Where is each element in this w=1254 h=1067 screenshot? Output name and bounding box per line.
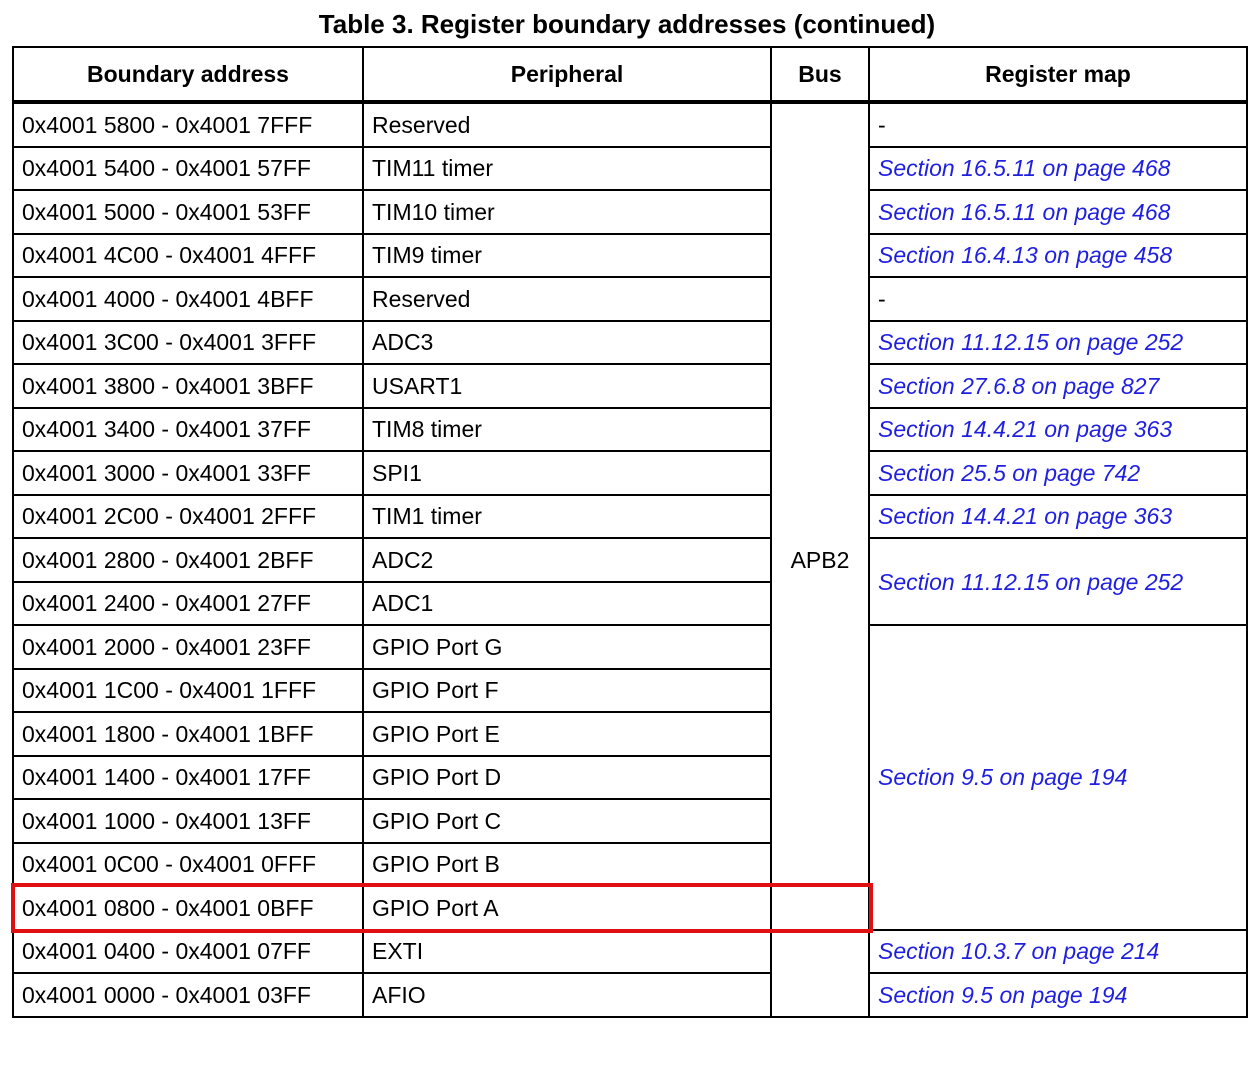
peripheral-cell: EXTI (362, 928, 772, 974)
register-map-cell: - (868, 101, 1248, 148)
peripheral-cell: ADC3 (362, 319, 772, 365)
header-row: Boundary address Peripheral Bus Register… (12, 46, 1248, 104)
address-cell: 0x4001 1C00 - 0x4001 1FFF (12, 667, 364, 713)
peripheral-cell: GPIO Port E (362, 711, 772, 757)
address-cell: 0x4001 3400 - 0x4001 37FF (12, 406, 364, 452)
register-map-link[interactable]: Section 16.5.11 on page 468 (868, 145, 1248, 191)
address-cell: 0x4001 1000 - 0x4001 13FF (12, 798, 364, 844)
address-cell: 0x4001 3C00 - 0x4001 3FFF (12, 319, 364, 365)
peripheral-cell: SPI1 (362, 450, 772, 496)
table-title: Table 3. Register boundary addresses (co… (318, 9, 936, 39)
peripheral-cell: USART1 (362, 363, 772, 409)
peripheral-cell: GPIO Port C (362, 798, 772, 844)
register-map-link[interactable]: Section 10.3.7 on page 214 (868, 928, 1248, 974)
register-map-link[interactable]: Section 11.12.15 on page 252 (868, 537, 1248, 626)
address-cell: 0x4001 2C00 - 0x4001 2FFF (12, 493, 364, 539)
address-cell: 0x4001 5800 - 0x4001 7FFF (12, 101, 364, 148)
table-row: 0x4001 0000 - 0x4001 03FF AFIO Section 9… (12, 972, 1248, 1018)
peripheral-cell: GPIO Port F (362, 667, 772, 713)
peripheral-cell: Reserved (362, 101, 772, 148)
address-cell: 0x4001 4000 - 0x4001 4BFF (12, 276, 364, 322)
address-cell: 0x4001 0C00 - 0x4001 0FFF (12, 841, 364, 887)
address-cell: 0x4001 0800 - 0x4001 0BFF (12, 885, 364, 931)
register-map-link[interactable]: Section 16.5.11 on page 468 (868, 189, 1248, 235)
header-bus: Bus (770, 46, 870, 104)
peripheral-cell: TIM8 timer (362, 406, 772, 452)
peripheral-cell: ADC2 (362, 537, 772, 583)
peripheral-cell: ADC1 (362, 580, 772, 626)
register-map-link[interactable]: Section 14.4.21 on page 363 (868, 406, 1248, 452)
register-map-link[interactable]: Section 9.5 on page 194 (868, 624, 1248, 931)
peripheral-cell: Reserved (362, 276, 772, 322)
table-row: 0x4001 5000 - 0x4001 53FF TIM10 timer Se… (12, 189, 1248, 235)
table-row: 0x4001 3000 - 0x4001 33FF SPI1 Section 2… (12, 450, 1248, 496)
peripheral-cell: GPIO Port G (362, 624, 772, 670)
peripheral-cell: TIM9 timer (362, 232, 772, 278)
address-cell: 0x4001 1400 - 0x4001 17FF (12, 754, 364, 800)
table-row: 0x4001 5400 - 0x4001 57FF TIM11 timer Se… (12, 145, 1248, 191)
register-map-link[interactable]: Section 9.5 on page 194 (868, 972, 1248, 1018)
address-cell: 0x4001 1800 - 0x4001 1BFF (12, 711, 364, 757)
address-cell: 0x4001 2800 - 0x4001 2BFF (12, 537, 364, 583)
table-row: 0x4001 2000 - 0x4001 23FF GPIO Port G Se… (12, 624, 1248, 931)
header-peripheral: Peripheral (362, 46, 772, 104)
table-row: 0x4001 4C00 - 0x4001 4FFF TIM9 timer Sec… (12, 232, 1248, 278)
header-boundary-address: Boundary address (12, 46, 364, 104)
peripheral-cell: AFIO (362, 972, 772, 1018)
table-row: 0x4001 2C00 - 0x4001 2FFF TIM1 timer Sec… (12, 493, 1248, 539)
address-cell: 0x4001 3800 - 0x4001 3BFF (12, 363, 364, 409)
peripheral-cell: TIM1 timer (362, 493, 772, 539)
header-register-map: Register map (868, 46, 1248, 104)
table-row: 0x4001 3C00 - 0x4001 3FFF ADC3 Section 1… (12, 319, 1248, 365)
table-row: 0x4001 4000 - 0x4001 4BFF Reserved - (12, 276, 1248, 322)
address-cell: 0x4001 2400 - 0x4001 27FF (12, 580, 364, 626)
peripheral-cell: GPIO Port B (362, 841, 772, 887)
address-cell: 0x4001 0000 - 0x4001 03FF (12, 972, 364, 1018)
address-cell: 0x4001 2000 - 0x4001 23FF (12, 624, 364, 670)
table-row: 0x4001 2800 - 0x4001 2BFF ADC2 Section 1… (12, 537, 1248, 626)
register-map-link[interactable]: Section 14.4.21 on page 363 (868, 493, 1248, 539)
bus-cell: APB2 (770, 101, 870, 1018)
address-cell: 0x4001 4C00 - 0x4001 4FFF (12, 232, 364, 278)
table-row: 0x4001 0400 - 0x4001 07FF EXTI Section 1… (12, 928, 1248, 974)
register-map-link[interactable]: Section 11.12.15 on page 252 (868, 319, 1248, 365)
peripheral-cell: TIM11 timer (362, 145, 772, 191)
peripheral-cell: TIM10 timer (362, 189, 772, 235)
register-boundary-table: Boundary address Peripheral Bus Register… (12, 46, 1248, 1018)
address-cell: 0x4001 0400 - 0x4001 07FF (12, 928, 364, 974)
table-row: 0x4001 5800 - 0x4001 7FFF Reserved APB2 … (12, 101, 1248, 1018)
address-cell: 0x4001 5000 - 0x4001 53FF (12, 189, 364, 235)
register-map-cell: - (868, 276, 1248, 322)
address-cell: 0x4001 5400 - 0x4001 57FF (12, 145, 364, 191)
peripheral-cell: GPIO Port A (362, 885, 772, 931)
address-cell: 0x4001 3000 - 0x4001 33FF (12, 450, 364, 496)
table-row: 0x4001 3800 - 0x4001 3BFF USART1 Section… (12, 363, 1248, 409)
table-row: 0x4001 3400 - 0x4001 37FF TIM8 timer Sec… (12, 406, 1248, 452)
peripheral-cell: GPIO Port D (362, 754, 772, 800)
register-map-link[interactable]: Section 25.5 on page 742 (868, 450, 1248, 496)
register-map-link[interactable]: Section 16.4.13 on page 458 (868, 232, 1248, 278)
register-map-link[interactable]: Section 27.6.8 on page 827 (868, 363, 1248, 409)
